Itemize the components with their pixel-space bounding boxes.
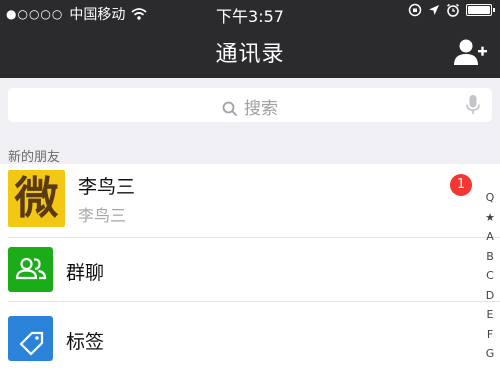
top-bar: ●○○○○ 中国移动 下午3:57 通讯录 [0, 0, 500, 78]
index-letter[interactable]: B [481, 247, 499, 267]
tag-icon [8, 316, 53, 361]
new-friend-name: 李鸟三 [78, 176, 136, 198]
section-title: 新的朋友 [8, 150, 61, 165]
search-input[interactable]: 搜索 [8, 88, 492, 122]
search-area: 搜索 [0, 78, 500, 134]
new-friend-row[interactable]: 微 李鸟三 李鸟三 1 [0, 164, 500, 238]
index-letter[interactable]: F [481, 325, 499, 345]
unread-badge: 1 [450, 174, 472, 196]
tags-row[interactable]: 标签 [0, 302, 500, 371]
alphabet-index[interactable]: Q ★ A B C D E F G [481, 188, 499, 364]
contact-list: 微 李鸟三 李鸟三 1 群聊 标签 [0, 164, 500, 371]
tags-label: 标签 [66, 331, 105, 353]
battery-icon [466, 4, 495, 16]
page-title: 通讯录 [215, 42, 285, 67]
new-friend-subtitle: 李鸟三 [78, 206, 127, 225]
add-contact-icon [454, 39, 487, 65]
index-letter[interactable]: Q [481, 188, 499, 208]
location-icon [429, 5, 439, 15]
index-letter[interactable]: C [481, 266, 499, 286]
alarm-icon [447, 3, 459, 17]
index-letter[interactable]: E [481, 305, 499, 325]
status-bar: ●○○○○ 中国移动 下午3:57 [0, 0, 500, 26]
index-letter[interactable]: ★ [481, 208, 499, 228]
microphone-icon[interactable] [466, 95, 480, 115]
avatar: 微 [8, 170, 65, 227]
group-chat-icon [8, 247, 53, 292]
section-header: 新的朋友 [0, 134, 500, 165]
index-letter[interactable]: A [481, 227, 499, 247]
index-letter[interactable]: D [481, 286, 499, 306]
index-letter[interactable]: G [481, 344, 499, 364]
search-icon [222, 101, 238, 117]
rotation-lock-icon [408, 3, 422, 17]
group-chat-label: 群聊 [66, 262, 105, 284]
search-placeholder: 搜索 [244, 99, 278, 119]
group-chat-row[interactable]: 群聊 [0, 238, 500, 302]
add-contact-button[interactable] [454, 38, 488, 68]
